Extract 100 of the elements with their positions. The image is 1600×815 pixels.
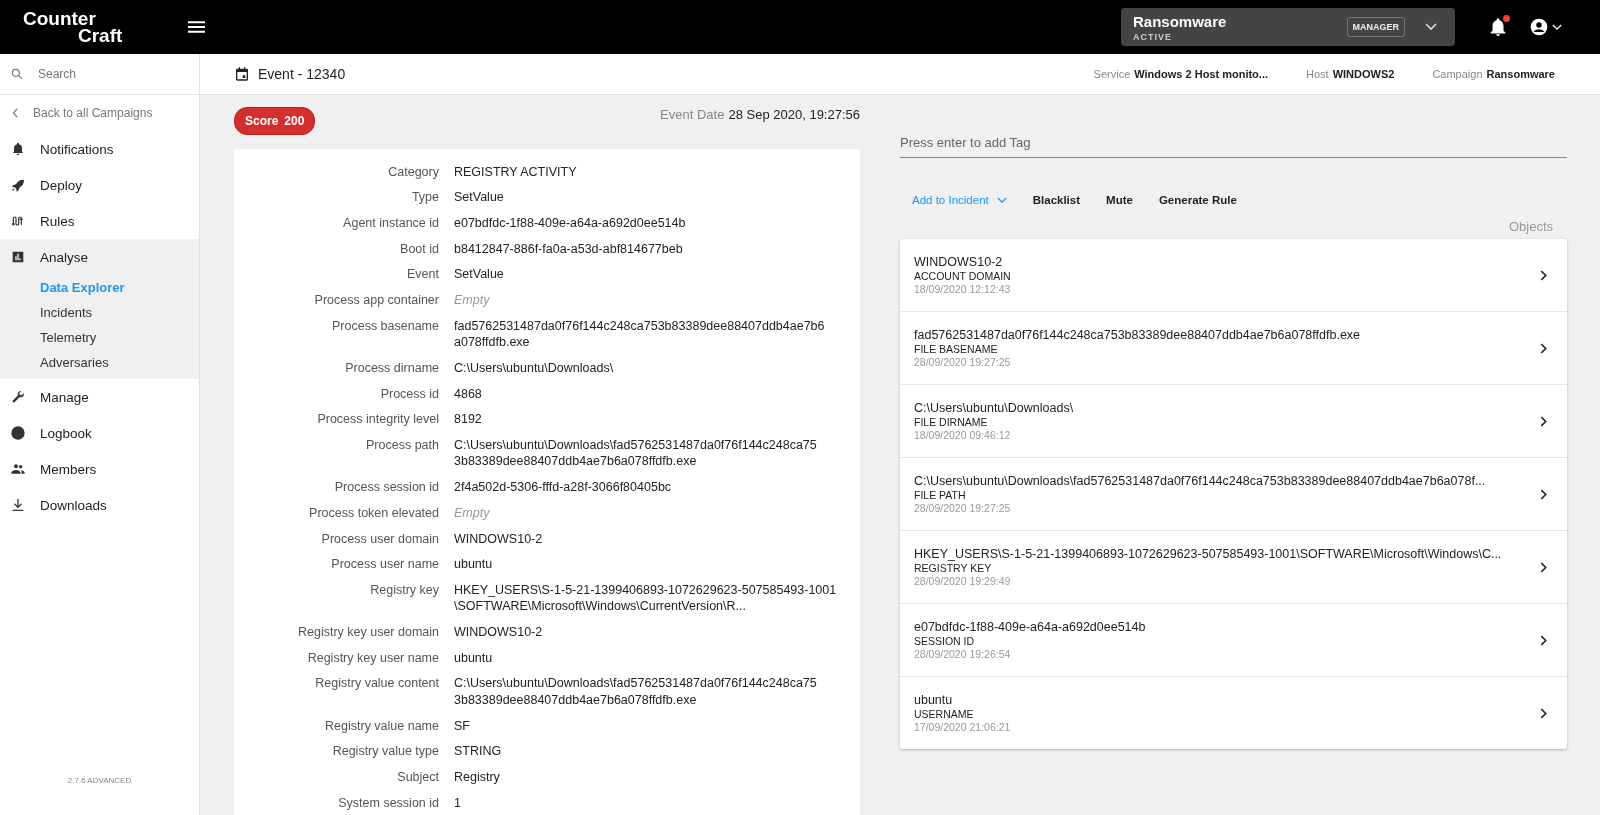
sidebar-item-label: Notifications [40, 141, 114, 157]
detail-value: Empty [454, 292, 490, 309]
logo[interactable]: Counter Craft [23, 10, 133, 44]
sidebar-subitem[interactable]: Telemetry [0, 325, 199, 350]
score-value: 200 [284, 114, 305, 128]
sidebar-item[interactable]: Manage [0, 379, 199, 415]
back-link-text: Back to all Campaigns [33, 106, 153, 120]
object-type: ACCOUNT DOMAIN [914, 270, 1012, 282]
detail-label: Registry value name [324, 717, 439, 735]
sidebar-item-label: Rules [40, 213, 75, 229]
detail-label: Category [387, 163, 439, 181]
back-link[interactable]: Back to all Campaigns [0, 95, 199, 131]
object-item[interactable]: ubuntu USERNAME 17/09/2020 21:06:21 [900, 677, 1567, 749]
detail-label: Event [406, 266, 439, 283]
detail-value: fad5762531487da0f76f144c248ca753b83389dee88407ddb4ae7b6 a078ffdfb.exe [454, 317, 825, 351]
detail-label: Registry key user domain [296, 624, 439, 641]
detail-value: b8412847-886f-fa0a-a53d-abf814677beb [454, 240, 683, 258]
detail-label: Process token elevated [308, 504, 439, 522]
menu-icon[interactable] [188, 21, 205, 33]
detail-label: Registry value content [314, 675, 439, 693]
tag-input-field[interactable]: Press enter to add Tag [900, 107, 1567, 158]
sidebar-item[interactable]: Members [0, 451, 199, 487]
object-item[interactable]: e07bdfdc-1f88-409e-a64a-a692d0ee514b SESSION ID 28/09/2020 19:26:54 [900, 604, 1567, 677]
event-date-value: 28 Sep 2020, 19:27:56 [728, 107, 860, 122]
rules-icon [10, 213, 26, 229]
chevron-right-icon [1540, 634, 1547, 646]
account-icon [1529, 17, 1549, 37]
meta-value: WINDOWS2 [1332, 68, 1395, 80]
object-type: USERNAME [914, 708, 975, 720]
object-value: ubuntu [914, 693, 954, 707]
campaign-name: Ransomware [1133, 12, 1228, 30]
detail-label: Process session id [333, 479, 439, 496]
object-value: HKEY_USERS\S-1-5-21-1399406893-1072629623-507585493-1001\SOFTWARE\Microsoft\Windows\C... [914, 547, 1503, 561]
detail-label: Registry key user name [306, 649, 439, 667]
detail-value: SF [454, 717, 470, 735]
object-item[interactable]: C:\Users\ubuntu\Downloads\fad5762531487da0f76f144c248ca753b83389dee88407ddb4ae7b6a078f... FILE PATH 28/09/2020 19:27:25 [900, 458, 1567, 531]
detail-value: STRING [454, 743, 502, 760]
detail-value: WINDOWS10-2 [454, 530, 543, 548]
detail-value: C:\Users\ubuntu\Downloads\ [454, 359, 614, 377]
object-value: C:\Users\ubuntu\Downloads\ [914, 401, 1075, 415]
sidebar-item[interactable]: Notifications [0, 131, 199, 167]
chevron-down-icon [996, 196, 1007, 204]
object-value: fad5762531487da0f76f144c248ca753b83389dee88407ddb4ae7b6a078ffdfb.exe [914, 328, 1362, 342]
action-button[interactable]: Blacklist [1024, 188, 1089, 212]
chevron-right-icon [1540, 415, 1547, 427]
object-date: 28/09/2020 19:27:25 [914, 356, 1012, 368]
detail-label: Registry value type [331, 743, 439, 760]
campaign-status: ACTIVE [1133, 31, 1173, 42]
object-item[interactable]: HKEY_USERS\S-1-5-21-1399406893-1072629623-507585493-1001\SOFTWARE\Microsoft\Windows\C... REGISTRY KEY 28/09/2020 19:29:49 [900, 531, 1567, 604]
action-button[interactable]: Generate Rule [1150, 188, 1245, 212]
wrench-icon [10, 389, 26, 405]
detail-label: Process user domain [320, 530, 439, 548]
meta-label: Service [1093, 68, 1131, 80]
object-date: 18/09/2020 12:12:43 [914, 283, 1012, 295]
object-item[interactable]: WINDOWS10-2 ACCOUNT DOMAIN 18/09/2020 12:12:43 [900, 239, 1567, 312]
score-label: Score [245, 114, 279, 128]
objects-heading: Objects [1508, 219, 1553, 234]
sidebar-item-label: Manage [40, 389, 89, 405]
object-value: e07bdfdc-1f88-409e-a64a-a692d0ee514b [914, 620, 1147, 634]
meta-label: Campaign [1432, 68, 1483, 80]
detail-value: WINDOWS10-2 [454, 624, 543, 641]
account-menu[interactable] [1529, 17, 1562, 37]
detail-label: Process user name [330, 556, 439, 573]
chevron-down-icon [1425, 23, 1437, 31]
object-type: FILE PATH [914, 489, 967, 501]
detail-label: Process dirname [344, 359, 439, 377]
logo-text: Craft [77, 27, 124, 44]
action-button[interactable]: Mute [1098, 188, 1141, 212]
object-item[interactable]: C:\Users\ubuntu\Downloads\ FILE DIRNAME 18/09/2020 09:46:12 [900, 385, 1567, 458]
detail-label: Process integrity level [316, 411, 439, 428]
download-icon [10, 497, 26, 513]
people-icon [10, 461, 26, 477]
sidebar-item[interactable]: Analyse [0, 239, 199, 275]
sidebar-subitem[interactable]: Incidents [0, 300, 199, 325]
sidebar-item[interactable]: Deploy [0, 167, 199, 203]
version-label: 2.7.6 ADVANCED [66, 776, 133, 787]
object-date: 28/09/2020 19:29:49 [914, 575, 1012, 587]
object-value: C:\Users\ubuntu\Downloads\fad5762531487da0f76f144c248ca753b83389dee88407ddb4ae7b6a078f... [914, 474, 1487, 488]
detail-value: Registry [454, 769, 500, 786]
calendar-icon [234, 66, 250, 82]
search-field[interactable]: Search [36, 66, 190, 82]
search-icon [10, 67, 24, 81]
sidebar-item[interactable]: Rules [0, 203, 199, 239]
detail-label: Subject [396, 769, 439, 786]
object-date: 28/09/2020 19:26:54 [914, 648, 1012, 660]
chevron-right-icon [1540, 342, 1547, 354]
object-item[interactable]: fad5762531487da0f76f144c248ca753b83389dee88407ddb4ae7b6a078ffdfb.exe FILE BASENAME 28/09/2020 19:27:25 [900, 312, 1567, 385]
chevron-down-icon [1552, 23, 1562, 31]
detail-value: ubuntu [454, 556, 493, 573]
sidebar-item-label: Logbook [40, 425, 92, 441]
sidebar-subitem[interactable]: Adversaries [0, 350, 199, 375]
chevron-right-icon [1540, 488, 1547, 500]
object-value: WINDOWS10-2 [914, 255, 1004, 269]
sidebar-item[interactable]: Logbook [0, 415, 199, 451]
detail-label: Process path [365, 436, 439, 454]
sidebar-item[interactable]: Downloads [0, 487, 199, 523]
detail-value: 2f4a502d-5306-fffd-a28f-3066f80405bc [454, 479, 672, 496]
detail-label: Process app container [313, 292, 439, 309]
object-type: SESSION ID [914, 635, 976, 647]
campaign-selector[interactable]: Ransomware ACTIVE MANAGER [1121, 8, 1455, 46]
